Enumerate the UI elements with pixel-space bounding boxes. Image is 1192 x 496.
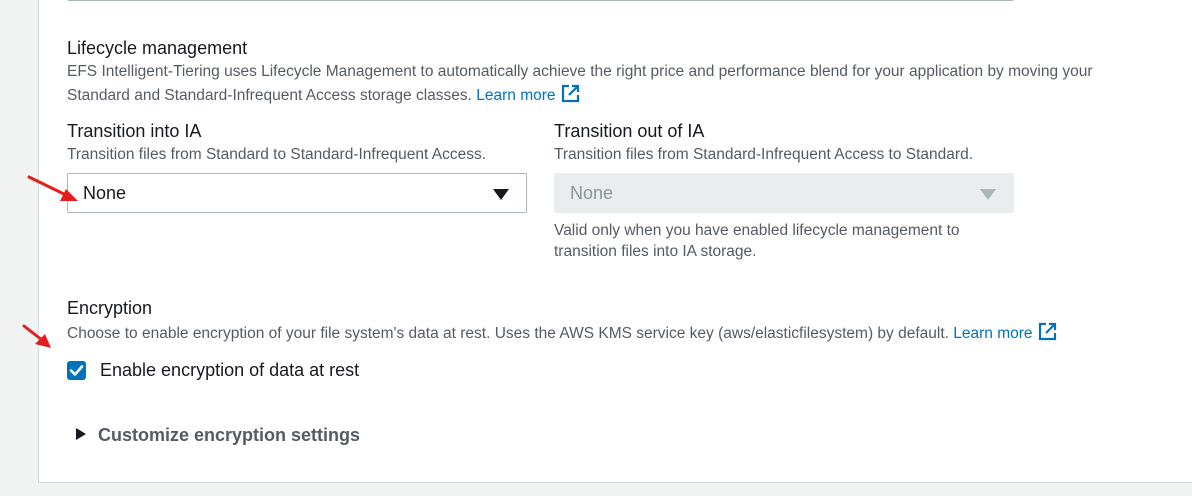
annotation-arrow-icon	[27, 175, 78, 201]
transition-into-ia-value: None	[83, 183, 127, 203]
encryption-description-container: Choose to enable encryption of your file…	[67, 322, 1057, 349]
transition-out-of-ia-select: None	[554, 173, 1014, 213]
check-icon	[69, 365, 84, 376]
transition-into-ia-label: Transition into IA	[67, 121, 202, 141]
transition-out-of-ia-hint-line1: Valid only when you have enabled lifecyc…	[554, 222, 960, 239]
lifecycle-description-line2: Standard and Standard-Infrequent Access …	[67, 87, 472, 104]
encryption-title: Encryption	[67, 298, 153, 318]
caret-down-icon	[493, 189, 509, 200]
lifecycle-learn-more-text: Learn more	[476, 87, 556, 104]
text-input[interactable]	[67, 0, 1014, 1]
encryption-checkbox-label[interactable]: Enable encryption of data at rest	[100, 360, 359, 381]
caret-right-icon	[76, 428, 86, 440]
transition-out-of-ia-label: Transition out of IA	[554, 121, 705, 141]
encryption-learn-more-text: Learn more	[953, 325, 1033, 342]
encryption-description: Choose to enable encryption of your file…	[67, 325, 949, 342]
encryption-learn-more-link[interactable]: Learn more	[953, 322, 1056, 342]
transition-out-of-ia-hint-line2: transition files into IA storage.	[554, 243, 757, 260]
lifecycle-description-line1: EFS Intelligent-Tiering uses Lifecycle M…	[67, 63, 1093, 80]
encryption-checkbox[interactable]	[67, 361, 86, 380]
transition-out-of-ia-value: None	[570, 183, 614, 203]
lifecycle-description-line2-container: Standard and Standard-Infrequent Access …	[67, 84, 580, 111]
annotation-arrow-icon	[22, 324, 51, 348]
external-link-icon	[1038, 322, 1057, 349]
transition-into-ia-description: Transition files from Standard to Standa…	[67, 146, 486, 163]
lifecycle-learn-more-link[interactable]: Learn more	[476, 84, 579, 104]
transition-into-ia-select[interactable]: None	[67, 173, 527, 213]
customize-encryption-label: Customize encryption settings	[98, 425, 361, 445]
customize-encryption-expander[interactable]: Customize encryption settings	[76, 425, 360, 446]
lifecycle-title: Lifecycle management	[67, 38, 248, 58]
transition-out-of-ia-description: Transition files from Standard-Infrequen…	[554, 146, 973, 163]
external-link-icon	[561, 84, 580, 111]
caret-down-icon	[980, 189, 996, 200]
